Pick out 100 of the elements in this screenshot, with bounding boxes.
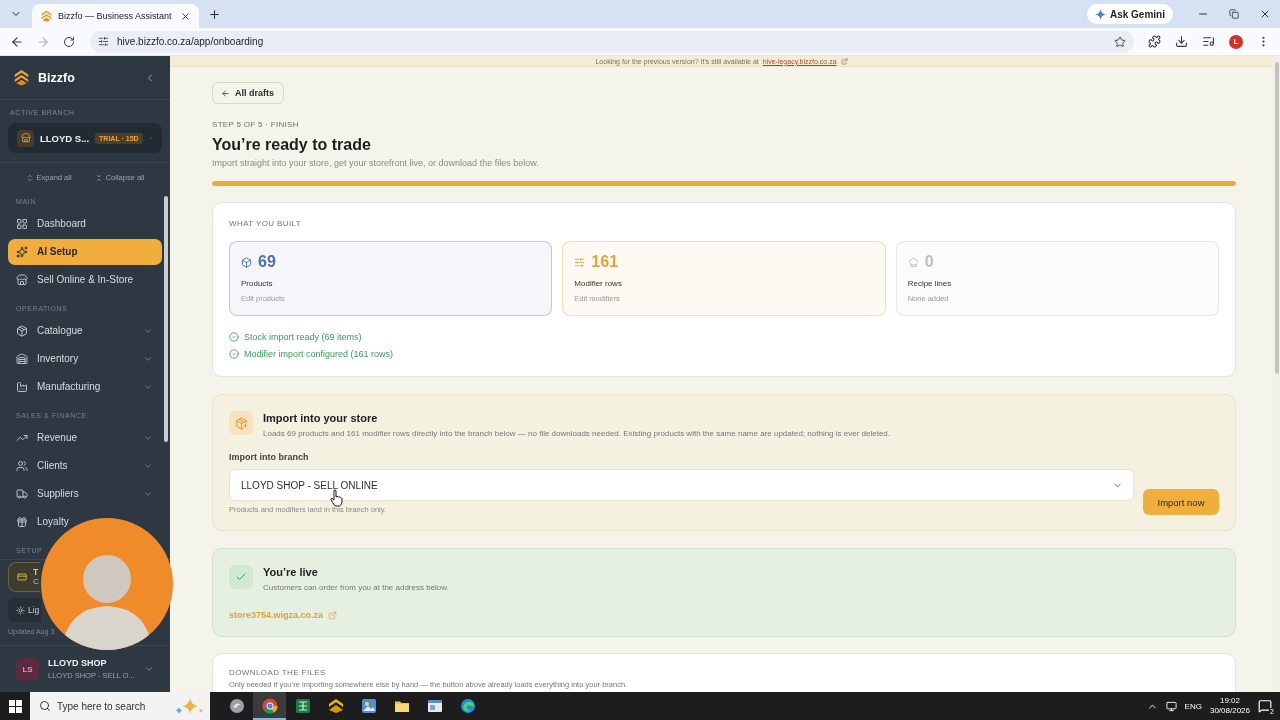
- page-title: You’re ready to trade: [212, 135, 372, 155]
- package-icon: [229, 411, 253, 435]
- url-input[interactable]: hive.bizzfo.co.za/app/onboarding: [117, 36, 1106, 47]
- branch-name: LLOYD S...: [40, 132, 90, 144]
- gift-icon: [16, 516, 28, 528]
- chevron-down-icon[interactable]: [144, 664, 154, 674]
- nav-item[interactable]: Inventory: [8, 353, 162, 365]
- cube-icon: [241, 256, 252, 268]
- chevron-down-icon: [143, 489, 153, 499]
- search-input[interactable]: Type here to search: [57, 700, 168, 712]
- search-bar[interactable]: Type here to search: [30, 692, 210, 720]
- overlapping-squares-icon: [1228, 9, 1239, 19]
- user-name: LLOYD SHOP: [48, 657, 107, 669]
- playlist-icon[interactable]: [1202, 35, 1215, 48]
- sliders-icon: [574, 256, 586, 268]
- nav-item[interactable]: Suppliers: [8, 488, 162, 500]
- stat-value: 161: [591, 252, 619, 272]
- external-link-icon: [328, 610, 338, 620]
- swirl-icon: [228, 698, 245, 714]
- nav-item[interactable]: Loyalty: [8, 516, 69, 528]
- people-icon: [16, 460, 28, 472]
- address-bar[interactable]: hive.bizzfo.co.za/app/onboarding: [90, 30, 1134, 53]
- star-icon[interactable]: [1114, 35, 1126, 48]
- brand-name: Bizzfo: [38, 70, 76, 85]
- sparkle-icon: [1094, 8, 1106, 20]
- chevrons-up-down-icon: [25, 173, 34, 182]
- sparkles-icon: [16, 246, 28, 258]
- card-title: Import into your store: [263, 411, 378, 425]
- field-label: Import into branch: [229, 451, 310, 463]
- four-panes-icon: [8, 699, 22, 713]
- nav-item[interactable]: Dashboard: [8, 218, 86, 230]
- logo-icon: [14, 69, 29, 86]
- plan-card[interactable]: T C: [8, 562, 40, 592]
- browser-tab[interactable]: Bizzfo — Business Assistant: [32, 4, 199, 28]
- hand-cursor-icon: [330, 489, 343, 507]
- page-subtitle: Import straight into your store, get your storefront live, or download the files below.: [212, 158, 540, 169]
- truck-icon: [16, 488, 28, 500]
- monitor-icon[interactable]: [1165, 700, 1177, 712]
- plan-card-subtitle: C: [33, 577, 39, 587]
- sun-icon: [16, 605, 25, 615]
- chevrons-down-up-icon: [94, 173, 103, 182]
- nav-item[interactable]: Revenue: [8, 432, 162, 444]
- user-avatar: LS: [16, 657, 39, 681]
- plus-icon: [208, 7, 222, 21]
- store-icon: [16, 274, 28, 286]
- back-button[interactable]: All drafts: [212, 82, 284, 104]
- nav-item[interactable]: Sell Online & In-Store: [8, 274, 134, 286]
- search-icon: [39, 700, 51, 712]
- store-icon: [17, 129, 34, 147]
- nav-item[interactable]: Catalogue: [8, 325, 162, 337]
- branch-select[interactable]: LLOYD SHOP - SELL ONLINE: [229, 469, 1134, 501]
- check-icon: [229, 565, 253, 589]
- nav-item[interactable]: AI Setup: [8, 239, 162, 265]
- external-link-icon: [840, 57, 848, 65]
- arrow-left-icon: [221, 88, 230, 98]
- ask-gemini-button[interactable]: Ask Gemini: [1086, 4, 1173, 24]
- status-text: Stock import ready (69 items): [244, 332, 362, 342]
- stat-label: Recipe lines: [907, 279, 952, 289]
- card-description: Customers can order from you at the address below.: [263, 583, 449, 593]
- language-indicator[interactable]: ENG: [1184, 701, 1202, 711]
- chef-hat-icon: [907, 256, 919, 268]
- nav-item[interactable]: Clients: [8, 460, 162, 472]
- plan-card-title: T: [33, 567, 39, 577]
- chevron-down-icon: [143, 433, 153, 443]
- puzzle-icon[interactable]: [1148, 35, 1161, 48]
- stat-value: 69: [258, 252, 276, 272]
- factory-icon: [16, 381, 28, 393]
- warehouse-icon: [16, 353, 28, 365]
- reload-icon: [63, 35, 75, 48]
- stat-value: 0: [924, 252, 934, 272]
- close-icon: [180, 10, 192, 22]
- status-text: Modifier import configured (161 rows): [244, 349, 394, 359]
- taskbar-app[interactable]: [253, 692, 286, 720]
- credit-card-icon: [17, 572, 27, 582]
- clock[interactable]: 19:02 30/08/2026: [1209, 696, 1250, 716]
- sliders-icon[interactable]: [98, 36, 109, 47]
- profile-avatar[interactable]: L: [1229, 34, 1243, 49]
- arrow-left-icon: [10, 34, 24, 49]
- speech-bubble-icon[interactable]: [1258, 699, 1272, 713]
- grid-icon: [16, 218, 28, 230]
- theme-toggle-button[interactable]: Lig: [8, 598, 41, 622]
- card-title: You’re live: [263, 565, 318, 579]
- step-label: STEP 5 OF 5 · FINISH: [212, 120, 300, 130]
- download-icon[interactable]: [1175, 35, 1188, 48]
- card-heading: DOWNLOAD THE FILES: [229, 668, 327, 678]
- window-icon: [426, 698, 443, 714]
- chevron-down-icon: [143, 354, 153, 364]
- logo-icon: [41, 10, 52, 22]
- card-description: Loads 69 products and 161 modifier rows directly into the branch below — no file downloads needed. Existing products with the same name are updated; nothing is ever deleted.: [263, 429, 891, 439]
- stat-label: Products: [241, 279, 273, 289]
- spreadsheet-icon: [294, 698, 311, 714]
- nav-item[interactable]: Manufacturing: [8, 381, 162, 393]
- chevron-down-icon: [143, 326, 153, 336]
- wave-logo-icon: [459, 698, 476, 714]
- chevron-logo-icon: [327, 698, 344, 714]
- chevron-down-icon: [143, 382, 153, 392]
- stat-label: Modifier rows: [574, 279, 622, 289]
- card-heading: WHAT YOU BUILT: [229, 219, 303, 229]
- import-now-button[interactable]: Import now: [1143, 489, 1219, 515]
- box-icon: [16, 325, 28, 337]
